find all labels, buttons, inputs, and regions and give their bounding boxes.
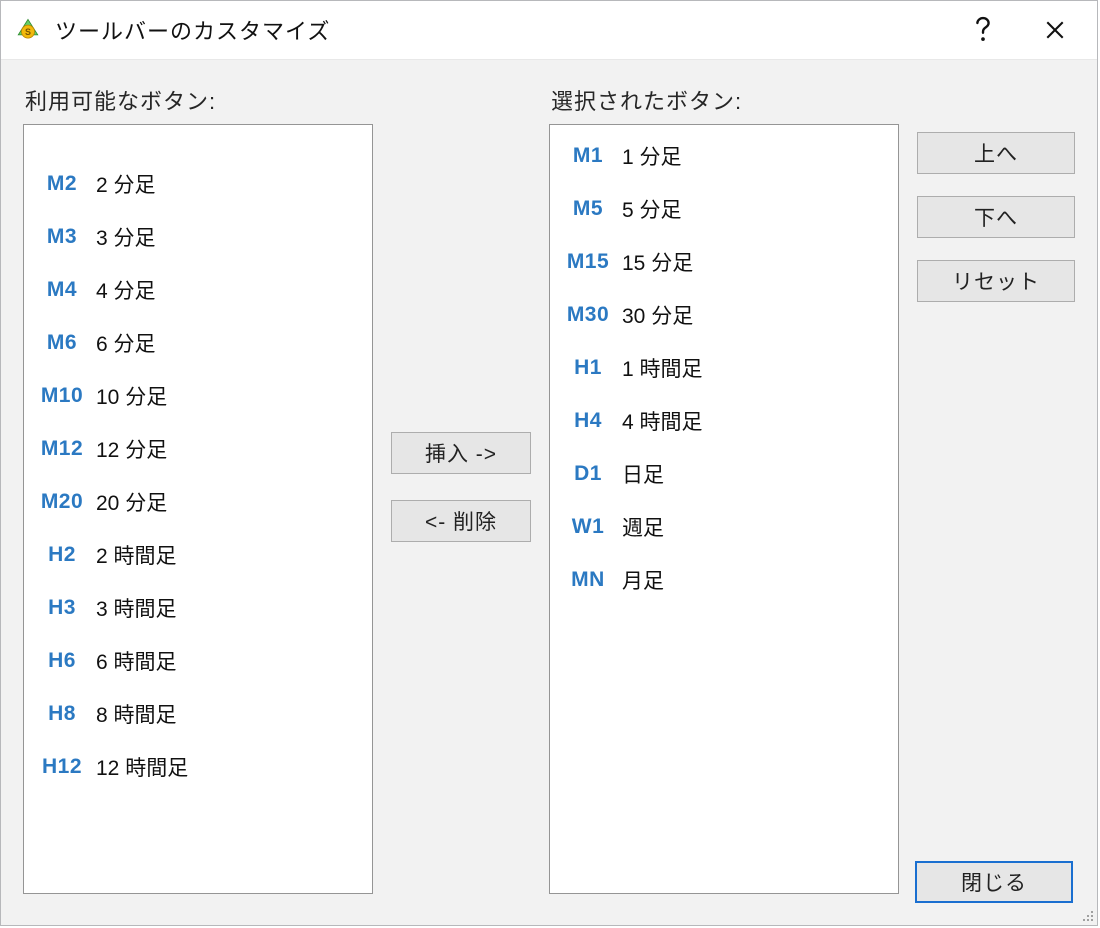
timeframe-code: M2 [34,172,90,196]
timeframe-description: 月足 [616,565,664,595]
timeframe-description: 3 分足 [90,222,156,252]
app-icon: S [15,17,41,43]
timeframe-code: M20 [34,490,90,514]
list-item[interactable]: H44 時間足 [550,394,898,447]
timeframe-code: M15 [560,250,616,274]
timeframe-description: 12 時間足 [90,752,188,782]
timeframe-description: 4 分足 [90,275,156,305]
list-item[interactable]: M1010 分足 [24,369,372,422]
move-up-button[interactable]: 上へ [917,132,1075,174]
list-item[interactable]: H88 時間足 [24,687,372,740]
timeframe-description: 4 時間足 [616,406,703,436]
reset-button[interactable]: リセット [917,260,1075,302]
list-item[interactable]: H33 時間足 [24,581,372,634]
insert-button[interactable]: 挿入 -> [391,432,531,474]
transfer-buttons-column: 挿入 -> <- 削除 [391,80,531,894]
timeframe-description: 15 分足 [616,247,693,277]
list-item[interactable]: W1週足 [550,500,898,553]
dialog-client-area: 利用可能なボタン: M22 分足M33 分足M44 分足M66 分足M1010 … [1,59,1097,925]
timeframe-description: 1 分足 [616,141,682,171]
timeframe-code: H3 [34,596,90,620]
close-button[interactable]: 閉じる [915,861,1073,903]
timeframe-code: M30 [560,303,616,327]
list-item[interactable]: M66 分足 [24,316,372,369]
timeframe-code: M3 [34,225,90,249]
timeframe-code: M10 [34,384,90,408]
order-buttons-column: 上へ 下へ リセット [917,80,1077,894]
timeframe-code: H2 [34,543,90,567]
timeframe-code: MN [560,568,616,592]
timeframe-description: 30 分足 [616,300,693,330]
list-item[interactable]: H22 時間足 [24,528,372,581]
timeframe-description: 6 分足 [90,328,156,358]
list-item[interactable]: MN月足 [550,553,898,606]
timeframe-description: 2 時間足 [90,540,177,570]
svg-text:S: S [25,27,31,37]
timeframe-code: D1 [560,462,616,486]
list-item[interactable]: H11 時間足 [550,341,898,394]
resize-grip-icon[interactable] [1079,907,1095,923]
remove-button[interactable]: <- 削除 [391,500,531,542]
timeframe-description: 3 時間足 [90,593,177,623]
list-item[interactable]: M33 分足 [24,210,372,263]
list-item[interactable]: M2020 分足 [24,475,372,528]
timeframe-description: 12 分足 [90,434,167,464]
timeframe-code: M12 [34,437,90,461]
column-top-spacer [917,80,1077,110]
timeframe-code: M6 [34,331,90,355]
timeframe-code: H1 [560,356,616,380]
listbox-top-spacer [24,129,372,157]
timeframe-code: W1 [560,515,616,539]
timeframe-code: M4 [34,278,90,302]
list-item[interactable]: M1212 分足 [24,422,372,475]
list-item[interactable]: H1212 時間足 [24,740,372,793]
timeframe-code: M5 [560,197,616,221]
close-window-button[interactable] [1019,6,1091,54]
timeframe-description: 5 分足 [616,194,682,224]
list-item[interactable]: H66 時間足 [24,634,372,687]
selected-buttons-listbox[interactable]: M11 分足M55 分足M1515 分足M3030 分足H11 時間足H44 時… [549,124,899,894]
list-item[interactable]: M22 分足 [24,157,372,210]
timeframe-description: 週足 [616,512,664,542]
main-grid: 利用可能なボタン: M22 分足M33 分足M44 分足M66 分足M1010 … [23,80,1075,894]
selected-column: 選択されたボタン: M11 分足M55 分足M1515 分足M3030 分足H1… [549,80,899,894]
timeframe-description: 8 時間足 [90,699,177,729]
timeframe-code: H8 [34,702,90,726]
dialog-window: S ツールバーのカスタマイズ 利用可能なボタン: [0,0,1098,926]
available-buttons-listbox[interactable]: M22 分足M33 分足M44 分足M66 分足M1010 分足M1212 分足… [23,124,373,894]
available-buttons-label: 利用可能なボタン: [25,84,373,116]
timeframe-description: 1 時間足 [616,353,703,383]
available-column: 利用可能なボタン: M22 分足M33 分足M44 分足M66 分足M1010 … [23,80,373,894]
timeframe-description: 20 分足 [90,487,167,517]
help-button[interactable] [947,6,1019,54]
title-bar: S ツールバーのカスタマイズ [1,1,1097,59]
selected-buttons-label: 選択されたボタン: [551,84,899,116]
timeframe-code: M1 [560,144,616,168]
timeframe-description: 2 分足 [90,169,156,199]
window-controls [947,6,1091,54]
list-item[interactable]: M44 分足 [24,263,372,316]
list-item[interactable]: M55 分足 [550,182,898,235]
list-item[interactable]: M11 分足 [550,129,898,182]
timeframe-description: 10 分足 [90,381,167,411]
close-button-row: 閉じる [915,861,1073,903]
list-item[interactable]: D1日足 [550,447,898,500]
window-title: ツールバーのカスタマイズ [55,14,947,46]
timeframe-code: H4 [560,409,616,433]
list-item[interactable]: M3030 分足 [550,288,898,341]
list-item[interactable]: M1515 分足 [550,235,898,288]
timeframe-description: 日足 [616,459,664,489]
move-down-button[interactable]: 下へ [917,196,1075,238]
timeframe-code: H6 [34,649,90,673]
timeframe-code: H12 [34,755,90,779]
timeframe-description: 6 時間足 [90,646,177,676]
